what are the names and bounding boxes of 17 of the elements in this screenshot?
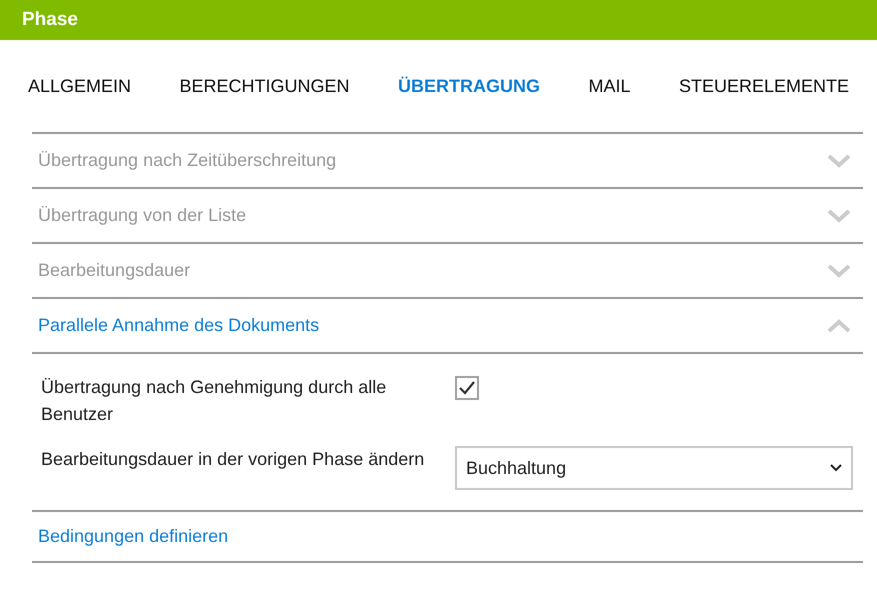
tab[interactable]: ÜBERTRAGUNG [398, 73, 540, 100]
accordion-header[interactable]: Parallele Annahme des Dokuments [32, 299, 863, 352]
field-label: Übertragung nach Genehmigung durch alle Benutzer [41, 376, 388, 426]
chevron-down-icon [830, 464, 842, 472]
checkbox[interactable] [455, 376, 479, 400]
window-title: Phase [22, 8, 78, 32]
accordion-header[interactable]: Übertragung von der Liste [32, 189, 863, 242]
tab[interactable]: MAIL [588, 73, 630, 100]
accordion-header[interactable]: Übertragung nach Zeitüberschreitung [32, 134, 863, 187]
checkmark-icon [459, 381, 475, 395]
accordion-header[interactable]: Bearbeitungsdauer [32, 244, 863, 297]
define-conditions-link[interactable]: Bedingungen definieren [38, 523, 228, 550]
select-field[interactable]: Buchhaltung [455, 446, 853, 490]
tab[interactable]: BERECHTIGUNGEN [180, 73, 350, 100]
tab[interactable]: ALLGEMEIN [28, 73, 132, 100]
field-label: Bearbeitungsdauer in der vorigen Phase ändern [41, 448, 426, 471]
tab[interactable]: STEUERELEMENTE [678, 73, 849, 100]
